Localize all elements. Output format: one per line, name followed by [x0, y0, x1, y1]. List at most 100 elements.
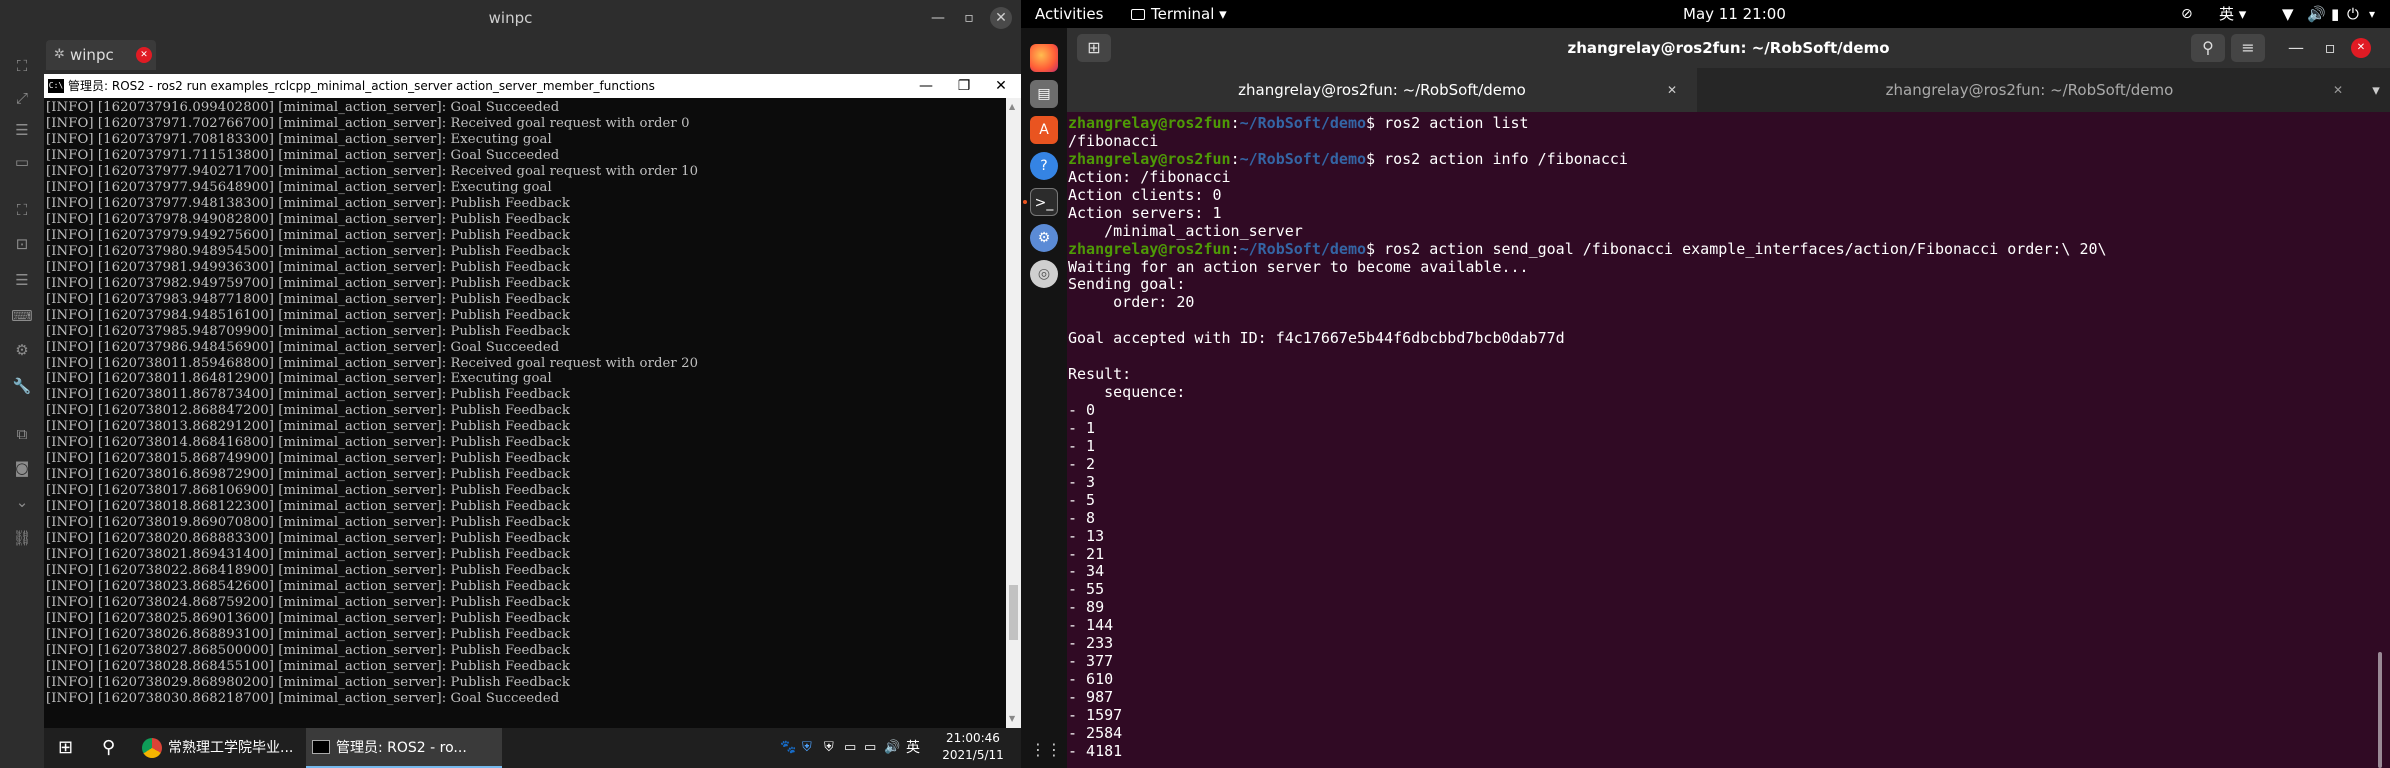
terminal-tab-2[interactable]: zhangrelay@ros2fun: ~/RobSoft/demo ✕ [1697, 68, 2362, 112]
search-icon[interactable]: ⚲ [102, 728, 115, 768]
terminal-menu-icon[interactable]: ≡ [2231, 34, 2265, 62]
tray-volume-icon[interactable]: 🔊 [884, 728, 900, 768]
cmd-window: C:\ 管理员: ROS2 - ros2 run examples_rclcpp… [44, 74, 1021, 728]
terminal-icon[interactable]: >_ [1030, 188, 1058, 216]
cmd-output[interactable]: [INFO] [1620737916.099402800] [minimal_a… [44, 100, 1006, 720]
prompt-dollar: $ [1366, 114, 1385, 132]
terminal-output-line: Goal accepted with ID: f4c17667e5b44f6db… [1068, 329, 1565, 348]
monitor-icon[interactable]: ⊡ [10, 234, 34, 254]
command-text: ros2 action info /fibonacci [1384, 149, 1628, 168]
terminal-output-line: Action clients: 0 [1068, 185, 1222, 204]
cmd-log-line: [INFO] [1620738024.868759200] [minimal_a… [46, 595, 570, 611]
cmd-log-line: [INFO] [1620738022.868418900] [minimal_a… [46, 563, 570, 579]
cmd-log-line: [INFO] [1620738029.868980200] [minimal_a… [46, 674, 570, 690]
terminal-close-button[interactable]: ✕ [2351, 38, 2371, 58]
cmd-log-line: [INFO] [1620737977.948138300] [minimal_a… [46, 195, 570, 211]
prompt-path: ~/RobSoft/demo [1239, 239, 1367, 258]
taskbar-clock[interactable]: 21:00:46 2021/5/11 [933, 730, 1013, 766]
tabs-menu-button[interactable]: ▾ [2362, 68, 2390, 112]
terminal-output-line: - 144 [1068, 616, 1114, 635]
chevron-down-icon[interactable]: ⌄ [10, 492, 34, 512]
remote-minimize-button[interactable]: — [927, 7, 949, 29]
terminal-headerbar[interactable]: ⊞ zhangrelay@ros2fun: ~/RobSoft/demo ⚲ ≡… [1067, 28, 2390, 68]
tray-network-icon[interactable]: ▭ [844, 728, 856, 768]
remote-window-titlebar[interactable]: winpc — ▫ ✕ [0, 0, 1021, 36]
disc-icon[interactable]: ◎ [1030, 260, 1058, 288]
cmd-log-line: _ [46, 706, 53, 720]
list-icon[interactable]: ☰ [10, 120, 34, 140]
tray-app-icon[interactable]: 🐾 [780, 728, 796, 768]
cmd-window-title: 管理员: ROS2 - ros2 run examples_rclcpp_min… [68, 79, 655, 93]
activities-button[interactable]: Activities [1035, 0, 1103, 28]
terminal-tab-2-close-icon[interactable]: ✕ [2333, 68, 2343, 112]
fullscreen-icon[interactable]: ⛶ [10, 56, 34, 76]
cmd-log-line: [INFO] [1620738018.868122300] [minimal_a… [46, 499, 570, 515]
remote-maximize-button[interactable]: ▫ [958, 7, 980, 29]
terminal-app-menu[interactable]: Terminal ▾ [1131, 0, 1227, 28]
wrench-icon[interactable]: 🔧 [10, 376, 34, 396]
camera-icon[interactable]: ◙ [10, 458, 34, 478]
software-icon[interactable]: A [1030, 116, 1058, 144]
link-icon[interactable]: ⛓ [10, 528, 34, 548]
cmd-close-button[interactable]: ✕ [981, 74, 1021, 98]
remote-tab-winpc[interactable]: ✲ winpc ✕ [46, 40, 156, 70]
tray-display-icon[interactable]: ▭ [864, 728, 876, 768]
tray-shield-icon[interactable]: ⛨ [802, 728, 812, 768]
scroll-down-icon[interactable]: ▼ [1009, 714, 1015, 723]
help-icon[interactable]: ? [1030, 152, 1058, 180]
cmd-minimize-button[interactable]: — [906, 74, 946, 98]
cmd-scroll-thumb[interactable] [1009, 585, 1018, 640]
power-icon[interactable]: ⏻ [2347, 0, 2359, 28]
tray-defender-icon[interactable]: ⛨ [824, 728, 834, 768]
terminal-scrollbar[interactable] [2378, 652, 2382, 768]
terminal-content[interactable]: zhangrelay@ros2fun:~/RobSoft/demo$ ros2 … [1067, 112, 2390, 768]
cmd-log-line: [INFO] [1620738019.869070800] [minimal_a… [46, 515, 570, 531]
terminal-output-line: sequence: [1068, 383, 1186, 402]
terminal-output-line: - 21 [1068, 544, 1105, 563]
cmd-maximize-button[interactable]: ❐ [944, 74, 984, 98]
terminal-maximize-button[interactable]: ▫ [2313, 34, 2347, 62]
battery-icon[interactable]: ▮ [2331, 0, 2339, 28]
window-icon[interactable]: ▭ [10, 152, 34, 172]
menu-icon[interactable]: ☰ [10, 270, 34, 290]
cmd-log-line: [INFO] [1620738023.868542600] [minimal_a… [46, 579, 570, 595]
accessibility-icon[interactable]: ⊘ [2181, 0, 2193, 28]
terminal-tab-1-close-icon[interactable]: ✕ [1667, 68, 1677, 112]
system-menu-arrow[interactable]: ▾ [2369, 0, 2375, 28]
cmd-log-line: [INFO] [1620738025.869013600] [minimal_a… [46, 611, 570, 626]
remote-tab-close-icon[interactable]: ✕ [136, 47, 152, 63]
ime-indicator[interactable]: 英 [906, 728, 920, 768]
terminal-output-line: - 13 [1068, 526, 1105, 545]
keyboard-icon[interactable]: ⌨ [10, 306, 34, 326]
top-bar-clock[interactable]: May 11 21:00 [1683, 0, 1786, 28]
screen-icon[interactable]: ⛶ [10, 200, 34, 220]
input-method-indicator[interactable]: 英 ▾ [2219, 0, 2246, 28]
volume-icon[interactable]: 🔊 [2307, 0, 2326, 28]
scroll-up-icon[interactable]: ▲ [1009, 102, 1015, 111]
remote-close-button[interactable]: ✕ [990, 7, 1012, 29]
cmd-titlebar[interactable]: C:\ 管理员: ROS2 - ros2 run examples_rclcpp… [44, 74, 1021, 98]
settings-icon[interactable]: ⚙ [10, 340, 34, 360]
apps-grid-icon[interactable]: ⋮⋮⋮ [1030, 736, 1078, 764]
terminal-search-icon[interactable]: ⚲ [2191, 34, 2225, 62]
resize-icon[interactable]: ⤢ [10, 88, 34, 108]
cmd-scrollbar[interactable]: ▲ ▼ [1006, 98, 1021, 728]
terminal-tab-1[interactable]: zhangrelay@ros2fun: ~/RobSoft/demo ✕ [1067, 68, 1697, 112]
cmd-log-line: [INFO] [1620737971.702766700] [minimal_a… [46, 115, 690, 131]
terminal-output-line: Sending goal: [1068, 275, 1186, 294]
copy-icon[interactable]: ⧉ [10, 424, 34, 444]
cmd-log-line: [INFO] [1620738027.868500000] [minimal_a… [46, 642, 570, 658]
prompt-user: zhangrelay@ros2fun [1068, 149, 1231, 168]
remote-window-title: winpc [488, 9, 533, 27]
terminal-output-line: Action: /fibonacci [1068, 167, 1231, 186]
terminal-output-line: - 34 [1068, 562, 1105, 581]
taskbar-cmd-item[interactable]: 管理员: ROS2 - ro... [306, 728, 502, 768]
files-icon[interactable]: ▤ [1030, 80, 1058, 108]
firefox-icon[interactable] [1030, 44, 1058, 72]
network-icon[interactable]: ▼ [2282, 0, 2294, 28]
settings-icon[interactable]: ⚙ [1030, 224, 1058, 252]
remote-tab-bar: ✲ winpc ✕ [0, 36, 1021, 74]
terminal-minimize-button[interactable]: — [2279, 34, 2313, 62]
windows-start-icon[interactable]: ⊞ [58, 728, 73, 768]
